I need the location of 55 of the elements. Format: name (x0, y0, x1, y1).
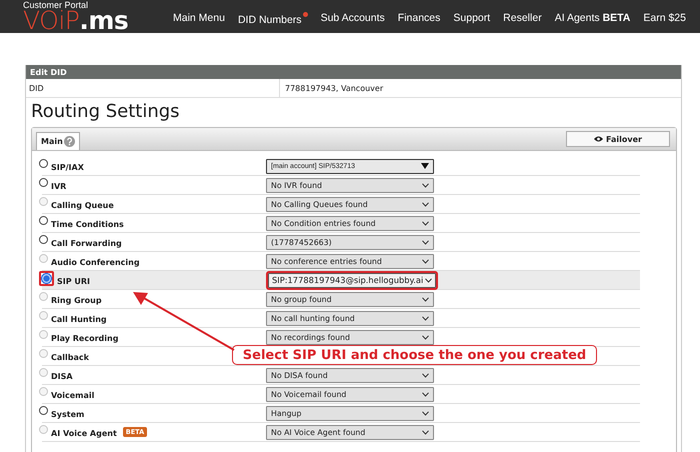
chevron-icon (422, 296, 429, 302)
section-header: Edit DID (26, 65, 681, 79)
chevron-icon (422, 182, 429, 188)
route-label: System (51, 410, 84, 418)
tab[interactable]: Main (36, 132, 80, 150)
nav-link[interactable]: Support (453, 12, 490, 26)
nav-link[interactable]: Finances (398, 12, 440, 26)
radio-button[interactable] (39, 406, 48, 414)
nav-link[interactable]: DID Numbers (238, 12, 308, 26)
eye-icon (594, 136, 604, 142)
route-label: Calling Queue (51, 200, 114, 210)
route-label: Voicemail (51, 390, 94, 400)
radio-button[interactable] (39, 271, 54, 286)
nav-link[interactable]: AI Agents BETA (554, 12, 630, 26)
chevron-icon (422, 202, 429, 206)
route-label: IVR (51, 182, 66, 190)
chevron-icon (425, 278, 432, 282)
radio-button[interactable] (39, 158, 48, 168)
field-value: 7788197943, Vancouver (284, 84, 384, 92)
field-label: DID (26, 79, 280, 97)
radio-button[interactable] (39, 216, 48, 224)
chevron-icon (422, 410, 429, 416)
nav-link[interactable]: Sub Accounts (320, 12, 385, 26)
radio-button[interactable] (39, 234, 48, 244)
route-label: SIP URI (57, 276, 90, 286)
chevron-icon (422, 258, 429, 264)
chevron-icon (422, 392, 429, 396)
route-label: DISA (51, 372, 73, 380)
section-title: Routing Settings (31, 101, 181, 123)
route-label: Ring Group (51, 296, 102, 304)
route-label: Play Recording (51, 334, 118, 342)
chevron-icon (422, 240, 429, 244)
caret-icon (421, 163, 429, 169)
nav-link[interactable]: Main Menu (173, 12, 225, 26)
failover-button[interactable]: Failover (566, 131, 670, 147)
route-label: Time Conditions (51, 220, 124, 228)
nav-link[interactable]: Reseller (503, 12, 542, 26)
route-label: Audio Conferencing (51, 258, 140, 266)
logo[interactable]: VOiP.ms (23, 10, 173, 32)
route-label: Call Hunting (51, 314, 107, 324)
chevron-icon (422, 334, 429, 340)
help-icon[interactable] (64, 136, 75, 147)
route-label: AI Voice Agent (51, 428, 117, 438)
route-label: Callback (51, 352, 89, 362)
chevron-icon (422, 316, 429, 320)
callout-annotation: Select SIP URI and choose the one you created (232, 345, 597, 365)
chevron-icon (422, 220, 429, 226)
chevron-icon (422, 430, 429, 434)
nav-link[interactable]: Earn $25 (643, 12, 686, 26)
portal-label: Customer Portal (23, 0, 90, 10)
radio-button[interactable] (39, 178, 48, 186)
route-label: Call Forwarding (51, 238, 122, 248)
chevron-icon (422, 372, 429, 378)
dropdown[interactable]: SIP:17788197943@sip.hellogubby.ai (266, 270, 438, 290)
route-label: SIP/IAX (51, 162, 84, 172)
